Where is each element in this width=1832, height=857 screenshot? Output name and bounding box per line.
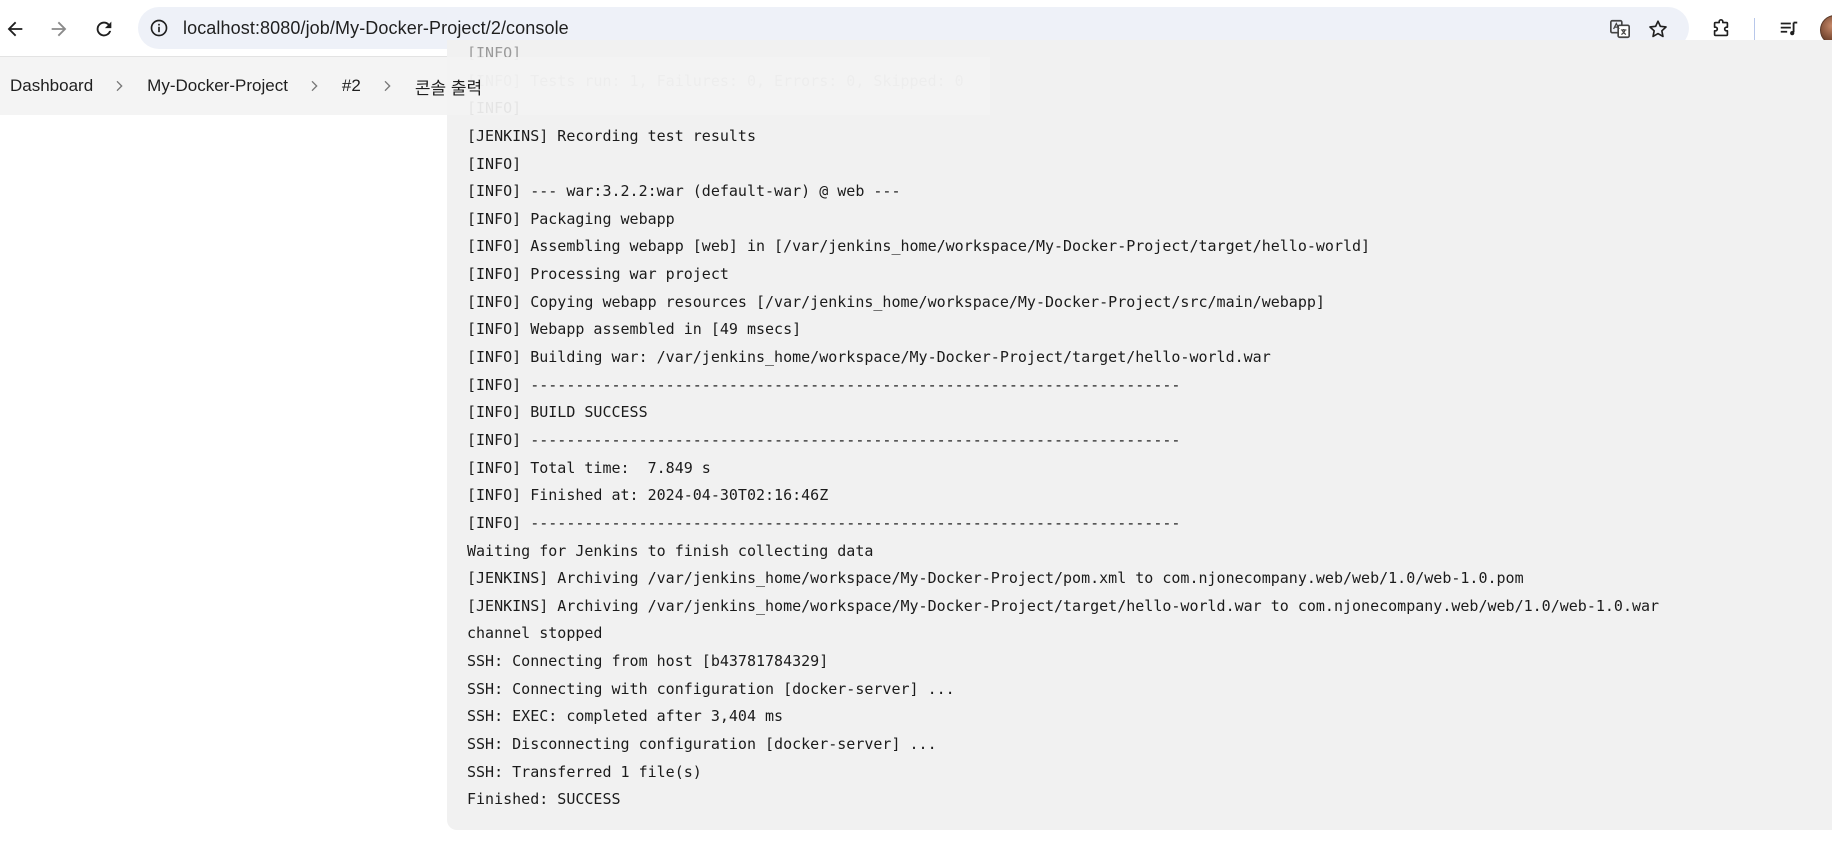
console-line: Finished: SUCCESS bbox=[467, 790, 621, 809]
console-line: SSH: Disconnecting configuration [docker… bbox=[467, 735, 937, 754]
breadcrumb-project[interactable]: My-Docker-Project bbox=[147, 76, 288, 96]
reload-icon[interactable] bbox=[89, 14, 119, 44]
breadcrumb-dashboard[interactable]: Dashboard bbox=[10, 76, 93, 96]
console-line: [INFO] Total time: 7.849 s bbox=[467, 458, 711, 477]
site-info-icon[interactable] bbox=[146, 15, 172, 41]
console-line: [JENKINS] Archiving /var/jenkins_home/wo… bbox=[467, 596, 1660, 615]
translate-icon[interactable] bbox=[1607, 16, 1633, 42]
console-line: [INFO] Webapp assembled in [49 msecs] bbox=[467, 320, 802, 339]
forward-arrow-icon[interactable] bbox=[44, 14, 74, 44]
console-output: [INFO][INFO] Tests run: 1, Failures: 0, … bbox=[447, 40, 1832, 830]
back-arrow-icon[interactable] bbox=[0, 14, 30, 44]
console-line: [INFO] ---------------------------------… bbox=[467, 375, 1181, 394]
chevron-right-icon bbox=[110, 77, 128, 95]
breadcrumb-build[interactable]: #2 bbox=[342, 76, 361, 96]
chevron-right-icon bbox=[378, 77, 396, 95]
console-line: SSH: EXEC: completed after 3,404 ms bbox=[467, 707, 784, 726]
console-line: [JENKINS] Recording test results bbox=[467, 126, 756, 145]
breadcrumb: Dashboard My-Docker-Project #2 콘솔 출력 bbox=[0, 57, 990, 115]
console-line: [INFO] Processing war project bbox=[467, 265, 729, 284]
console-line: [INFO] ---------------------------------… bbox=[467, 513, 1181, 532]
console-line: [INFO] Packaging webapp bbox=[467, 209, 675, 228]
chevron-right-icon bbox=[305, 77, 323, 95]
toolbar-divider bbox=[1754, 18, 1755, 40]
console-line: SSH: Connecting with configuration [dock… bbox=[467, 679, 955, 698]
console-line: [INFO] bbox=[467, 154, 522, 173]
console-line: Waiting for Jenkins to finish collecting… bbox=[467, 541, 874, 560]
console-line: [INFO] Finished at: 2024-04-30T02:16:46Z bbox=[467, 486, 829, 505]
console-line: [INFO] BUILD SUCCESS bbox=[467, 403, 648, 422]
console-lines: [INFO][INFO] Tests run: 1, Failures: 0, … bbox=[467, 40, 1659, 814]
url-text[interactable]: localhost:8080/job/My-Docker-Project/2/c… bbox=[183, 18, 569, 39]
bookmark-star-icon[interactable] bbox=[1645, 16, 1671, 42]
console-line: [INFO] Assembling webapp [web] in [/var/… bbox=[467, 237, 1371, 256]
breadcrumb-console-output: 콘솔 출력 bbox=[414, 78, 483, 98]
console-line: [INFO] ---------------------------------… bbox=[467, 430, 1181, 449]
console-line: channel stopped bbox=[467, 624, 603, 643]
console-line: SSH: Connecting from host [b43781784329] bbox=[467, 652, 829, 671]
console-line: [JENKINS] Archiving /var/jenkins_home/wo… bbox=[467, 569, 1524, 588]
console-line: [INFO] --- war:3.2.2:war (default-war) @… bbox=[467, 182, 901, 201]
console-line: SSH: Transferred 1 file(s) bbox=[467, 762, 702, 781]
console-line: [INFO] Building war: /var/jenkins_home/w… bbox=[467, 348, 1271, 367]
console-line: [INFO] Copying webapp resources [/var/je… bbox=[467, 292, 1325, 311]
